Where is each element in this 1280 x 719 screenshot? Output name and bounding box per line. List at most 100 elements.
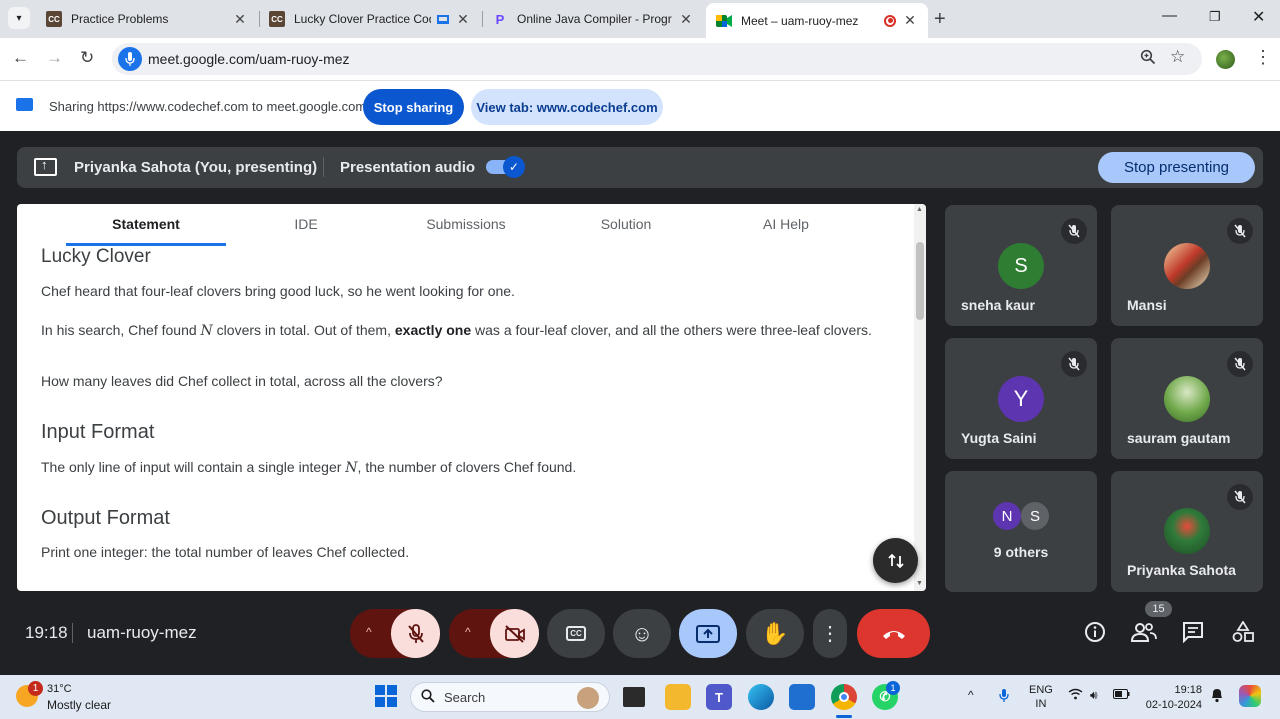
presentation-audio-label: Presentation audio — [340, 159, 476, 176]
participant-name: Yugta Saini — [961, 430, 1037, 446]
copilot-icon[interactable] — [1239, 685, 1261, 707]
microphone-in-use-icon[interactable] — [118, 47, 142, 71]
url-text[interactable]: meet.google.com/uam-ruoy-mez — [148, 51, 350, 67]
leave-call-button[interactable] — [857, 609, 930, 658]
language-indicator[interactable]: ENG IN — [1029, 683, 1053, 711]
raise-hand-button[interactable]: ✋ — [746, 609, 804, 658]
activities-button[interactable] — [1232, 620, 1254, 649]
mic-off-button[interactable] — [391, 609, 440, 658]
people-button[interactable] — [1130, 621, 1157, 649]
stop-presenting-button[interactable]: Stop presenting — [1098, 152, 1255, 183]
others-tile[interactable]: N S 9 others — [945, 471, 1097, 592]
participant-tile[interactable]: sauram gautam — [1111, 338, 1263, 459]
tab-solution[interactable]: Solution — [546, 216, 706, 232]
chat-button[interactable] — [1182, 621, 1204, 649]
avatar: S — [1021, 502, 1049, 530]
address-bar[interactable]: meet.google.com/uam-ruoy-mez ☆ — [112, 43, 1202, 75]
clock-date: 02-10-2024 — [1145, 699, 1202, 711]
scrollbar[interactable]: ▲ ▼ — [914, 204, 926, 591]
weather-temperature[interactable]: 31°C — [47, 683, 72, 695]
variable-n: N — [345, 460, 358, 476]
volume-icon[interactable]: 🔊︎ — [1090, 688, 1098, 703]
tab-statement[interactable]: Statement — [66, 216, 226, 232]
participant-name: Mansi — [1127, 297, 1167, 313]
bookmark-star-icon[interactable]: ☆ — [1170, 47, 1185, 67]
input-format-heading: Input Format — [41, 421, 155, 443]
participant-tile[interactable]: S sneha kaur — [945, 205, 1097, 326]
tab-submissions[interactable]: Submissions — [386, 216, 546, 232]
close-tab-icon[interactable]: ✕ — [902, 12, 918, 29]
weather-description[interactable]: Mostly clear — [47, 698, 111, 712]
forward-arrow-icon[interactable]: → — [46, 48, 63, 68]
browser-menu-icon[interactable]: ⋮ — [1254, 47, 1272, 68]
restore-window-icon[interactable]: ❐ — [1209, 9, 1221, 25]
presenter-name: Priyanka Sahota (You, presenting) — [74, 159, 318, 176]
close-tab-icon[interactable]: ✕ — [678, 11, 694, 28]
close-tab-icon[interactable]: ✕ — [232, 11, 248, 28]
output-format-heading: Output Format — [41, 507, 170, 529]
meeting-details-button[interactable] — [1084, 621, 1106, 649]
new-tab-plus-icon[interactable]: + — [934, 8, 946, 31]
microphone-control[interactable]: ^ — [350, 609, 440, 658]
scroll-toggle-button[interactable] — [873, 538, 918, 583]
zoom-icon[interactable] — [1140, 49, 1156, 70]
present-now-button[interactable] — [679, 609, 737, 658]
more-vert-icon: ⋮ — [820, 623, 840, 645]
system-clock[interactable]: 19:18 02-10-2024 — [1144, 683, 1202, 713]
reload-icon[interactable]: ↻ — [80, 48, 94, 68]
captions-button[interactable]: CC — [547, 609, 605, 658]
taskbar-search[interactable]: Search — [410, 682, 610, 712]
view-tab-button[interactable]: View tab: www.codechef.com — [471, 89, 663, 125]
problem-title: Lucky Clover — [41, 246, 151, 267]
avatar — [1164, 243, 1210, 289]
show-hidden-icons-chevron-icon[interactable]: ^ — [968, 688, 974, 702]
browser-tab-java-compiler[interactable]: P Online Java Compiler - Program ✕ — [482, 4, 704, 34]
browser-tab-lucky-clover[interactable]: CC Lucky Clover Practice Codin ✕ — [259, 4, 481, 34]
camera-off-button[interactable] — [490, 609, 539, 658]
search-icon — [421, 689, 435, 706]
scroll-up-icon[interactable]: ▲ — [916, 206, 923, 213]
wifi-icon[interactable] — [1068, 688, 1083, 703]
avatar — [1164, 376, 1210, 422]
avatar: Y — [998, 376, 1044, 422]
meeting-time: 19:18 — [25, 623, 68, 642]
camera-control[interactable]: ^ — [449, 609, 539, 658]
participant-tile[interactable]: Y Yugta Saini — [945, 338, 1097, 459]
microphone-icon[interactable] — [998, 688, 1010, 706]
tab-ai-help[interactable]: AI Help — [706, 216, 866, 232]
scroll-down-icon[interactable]: ▼ — [916, 580, 923, 587]
browser-tab-practice-problems[interactable]: CC Practice Problems ✕ — [36, 4, 258, 34]
battery-icon[interactable] — [1113, 688, 1130, 702]
windows-start-icon[interactable] — [375, 685, 397, 707]
codechef-icon: CC — [46, 11, 62, 27]
teams-icon[interactable]: T — [706, 684, 732, 710]
presentation-audio-toggle[interactable]: ✓ — [486, 156, 525, 178]
video-options-chevron-icon[interactable]: ^ — [465, 625, 471, 639]
stop-sharing-button[interactable]: Stop sharing — [363, 89, 464, 125]
chrome-icon[interactable] — [831, 684, 857, 710]
others-count-label: 9 others — [993, 544, 1049, 560]
text: clovers in total. Out of them, — [212, 322, 395, 338]
edge-icon[interactable] — [748, 684, 774, 710]
tab-search-chevron-icon[interactable]: ▾ — [8, 7, 30, 29]
audio-options-chevron-icon[interactable]: ^ — [366, 625, 372, 639]
notification-bell-icon[interactable] — [1210, 687, 1224, 706]
screen-share-icon — [16, 98, 33, 111]
close-window-icon[interactable]: ✕ — [1252, 7, 1265, 27]
browser-tab-meet[interactable]: Meet – uam-ruoy-mez ✕ — [706, 3, 928, 38]
scrollbar-thumb[interactable] — [916, 242, 924, 320]
minimize-window-icon[interactable]: — — [1162, 7, 1177, 24]
task-view-icon[interactable] — [623, 687, 645, 707]
back-arrow-icon[interactable]: ← — [12, 48, 29, 68]
reactions-button[interactable]: ☺ — [613, 609, 671, 658]
more-options-button[interactable]: ⋮ — [813, 609, 847, 658]
participant-tile[interactable]: Mansi — [1111, 205, 1263, 326]
profile-avatar[interactable] — [1216, 50, 1235, 69]
close-tab-icon[interactable]: ✕ — [455, 11, 471, 28]
tab-ide[interactable]: IDE — [226, 216, 386, 232]
sharing-status-text: Sharing https://www.codechef.com to meet… — [49, 99, 367, 114]
file-explorer-icon[interactable] — [665, 684, 691, 710]
tab-title: Practice Problems — [71, 12, 169, 26]
participant-tile-self[interactable]: Priyanka Sahota — [1111, 471, 1263, 592]
microsoft-store-icon[interactable] — [789, 684, 815, 710]
